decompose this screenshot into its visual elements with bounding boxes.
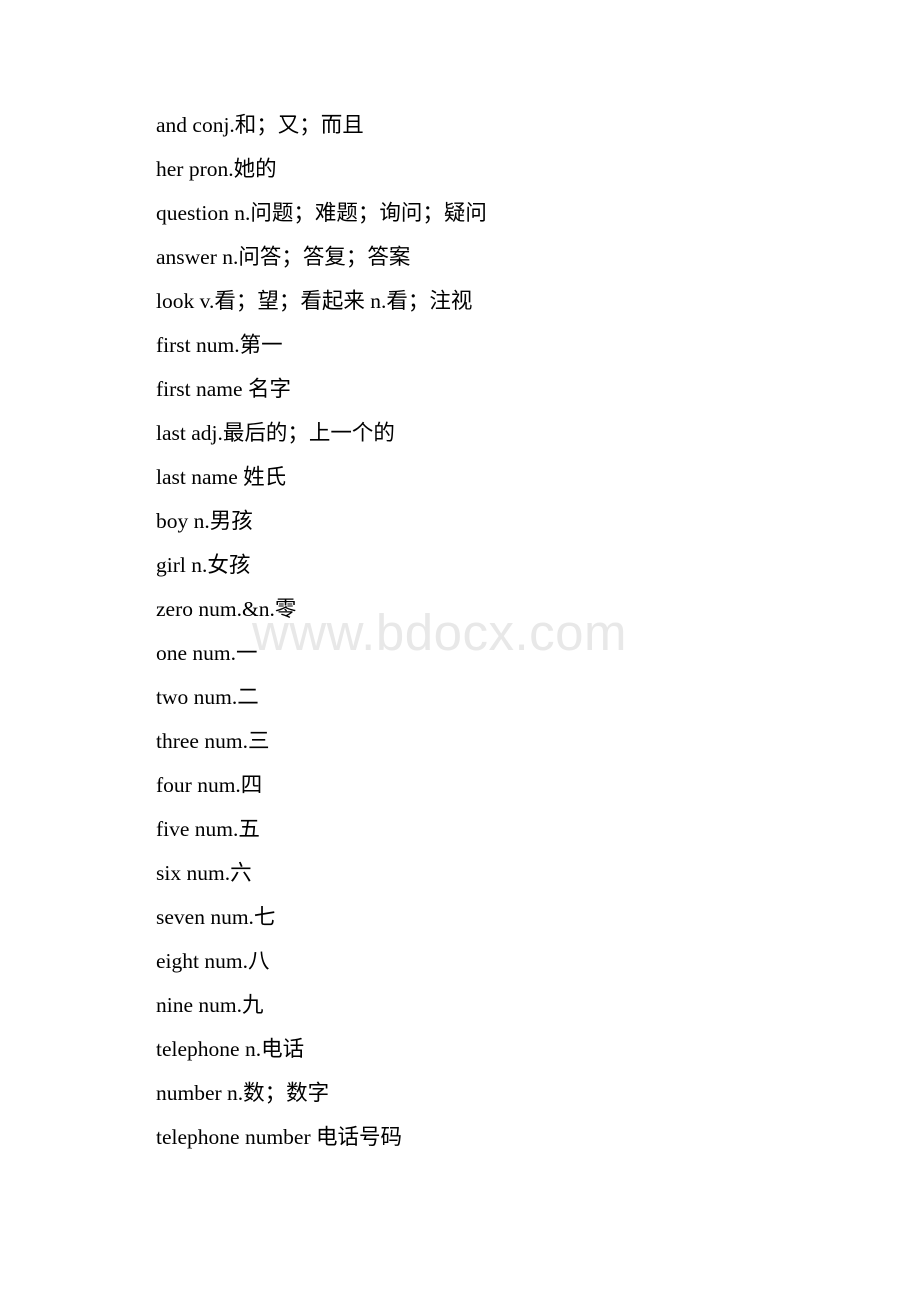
vocabulary-entry: three num.三 xyxy=(156,729,270,753)
vocabulary-entry: telephone number 电话号码 xyxy=(156,1125,403,1149)
vocabulary-entry: first name 名字 xyxy=(156,377,291,401)
vocabulary-entry: zero num.&n.零 xyxy=(156,597,297,621)
vocabulary-entry: last name 姓氏 xyxy=(156,465,287,489)
vocabulary-entry: boy n.男孩 xyxy=(156,509,253,533)
vocabulary-entry: last adj.最后的；上一个的 xyxy=(156,421,395,445)
vocabulary-entry: seven num.七 xyxy=(156,905,276,929)
vocabulary-entry: one num.一 xyxy=(156,641,258,665)
vocabulary-entry: question n.问题；难题；询问；疑问 xyxy=(156,201,487,225)
vocabulary-entry: and conj.和；又；而且 xyxy=(156,113,364,137)
vocabulary-entry: number n.数；数字 xyxy=(156,1081,330,1105)
vocabulary-entry: six num.六 xyxy=(156,861,252,885)
vocabulary-entry: two num.二 xyxy=(156,685,259,709)
vocabulary-entry-list: and conj.和；又；而且 her pron.她的 question n.问题；… xyxy=(156,103,856,1159)
vocabulary-entry: look v.看；望；看起来 n.看；注视 xyxy=(156,289,473,313)
vocabulary-entry: first num.第一 xyxy=(156,333,283,357)
vocabulary-entry: telephone n.电话 xyxy=(156,1037,305,1061)
vocabulary-entry: girl n.女孩 xyxy=(156,553,251,577)
vocabulary-entry: her pron.她的 xyxy=(156,157,277,181)
vocabulary-entry: answer n.问答；答复；答案 xyxy=(156,245,411,269)
vocabulary-entry: nine num.九 xyxy=(156,993,264,1017)
vocabulary-entry: four num.四 xyxy=(156,773,263,797)
document-page: www.bdocx.com and conj.和；又；而且 her pron.她的… xyxy=(0,0,920,1302)
vocabulary-entry: five num.五 xyxy=(156,817,260,841)
vocabulary-entry: eight num.八 xyxy=(156,949,270,973)
